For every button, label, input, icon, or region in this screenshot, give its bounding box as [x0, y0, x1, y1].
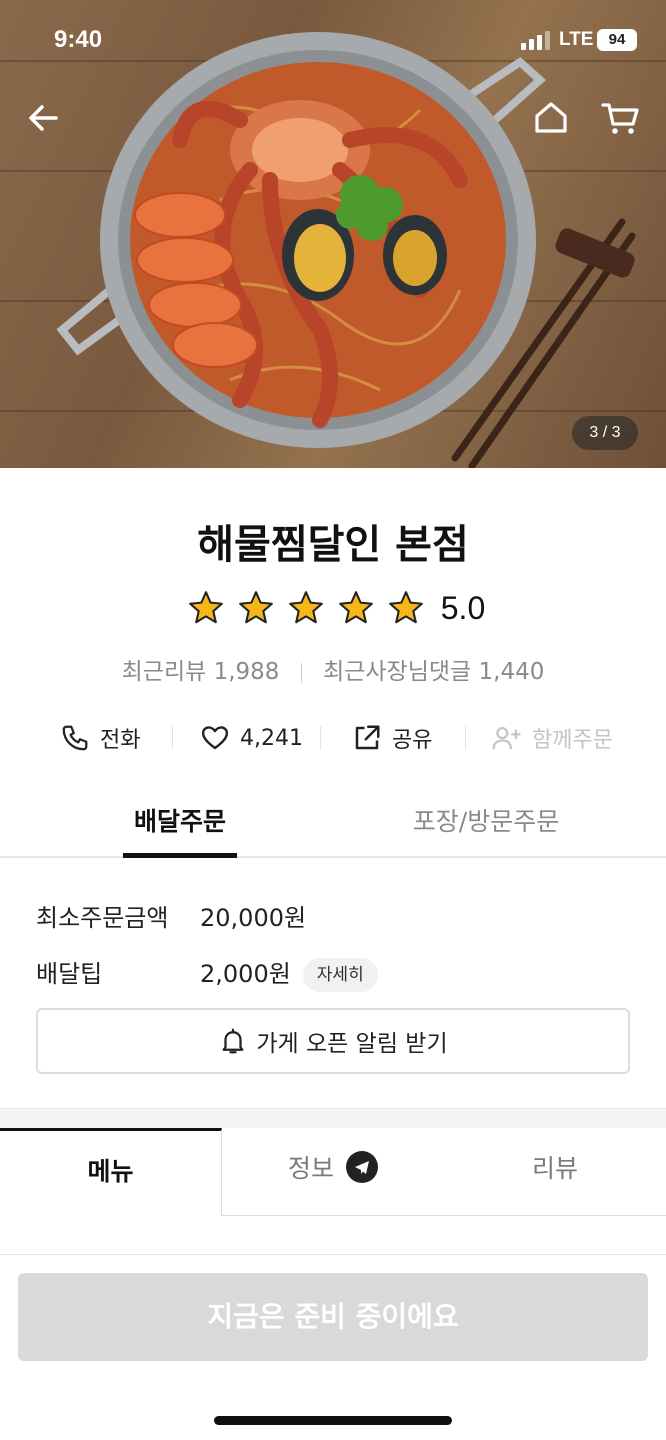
arrow-left-icon [29, 105, 58, 131]
order-type-tabs: 배달주문 포장/방문주문 [0, 796, 666, 858]
delivery-tip-row: 배달팁 2,000원 자세히 [36, 954, 378, 992]
like-count: 4,241 [240, 725, 303, 751]
bell-icon [222, 1028, 244, 1054]
tab-label: 정보 [288, 1154, 335, 1183]
tab-label: 메뉴 [87, 1157, 134, 1186]
section-divider [0, 1108, 666, 1130]
tab-label: 리뷰 [531, 1154, 578, 1183]
battery-indicator: 94 [597, 29, 637, 51]
call-button[interactable]: 전화 [60, 716, 140, 760]
group-order-button[interactable]: 함께주문 [490, 716, 613, 760]
divider [0, 1254, 666, 1255]
star-icon [188, 591, 223, 624]
home-icon [535, 102, 567, 133]
owner-replies-count: 1,440 [478, 659, 545, 685]
image-page-indicator: 3 / 3 [572, 416, 638, 450]
recent-reviews-count: 1,988 [213, 659, 280, 685]
tab-menu[interactable]: 메뉴 [0, 1128, 222, 1216]
tab-delivery-order[interactable]: 배달주문 [123, 796, 237, 858]
active-tab-underline [123, 853, 237, 858]
rating-score: 5.0 [440, 589, 486, 626]
tab-label: 포장/방문주문 [412, 807, 560, 836]
store-actions: 전화 4,241 공유 함께주문 [0, 716, 666, 760]
min-order-value: 20,000원 [200, 904, 307, 932]
telegram-icon [345, 1151, 378, 1183]
tab-label: 배달주문 [133, 807, 226, 836]
store-name: 해물찜달인 본점 [197, 522, 469, 568]
tab-pickup-order[interactable]: 포장/방문주문 [388, 796, 584, 856]
notify-label: 가게 오픈 알림 받기 [256, 1031, 448, 1057]
star-icon [338, 591, 373, 624]
cart-button[interactable] [599, 96, 643, 140]
share-button[interactable]: 공유 [352, 716, 432, 760]
tab-reviews[interactable]: 리뷰 [444, 1128, 666, 1216]
recent-reviews-label: 최근리뷰 [121, 659, 207, 685]
home-indicator [214, 1416, 452, 1425]
min-order-label: 최소주문금액 [36, 904, 169, 932]
cart-icon [601, 103, 639, 134]
tab-info[interactable]: 정보 [222, 1128, 444, 1216]
open-notification-button[interactable]: 가게 오픈 알림 받기 [36, 1008, 630, 1074]
min-order-row: 최소주문금액 20,000원 [36, 898, 306, 933]
share-label: 공유 [392, 728, 433, 753]
divider [320, 726, 321, 750]
main-tabs: 메뉴 정보 리뷰 [0, 1128, 666, 1216]
like-button[interactable]: 4,241 [200, 716, 303, 760]
rating-row: 5.0 [0, 586, 666, 630]
share-icon [355, 725, 380, 750]
add-person-icon [492, 727, 521, 750]
delivery-tip-value: 2,000원 [200, 960, 291, 988]
delivery-tip-detail-button[interactable]: 자세히 [302, 958, 378, 992]
preparing-order-button[interactable]: 지금은 준비 중이에요 [18, 1273, 648, 1361]
divider [172, 726, 173, 750]
network-label: LTE [559, 29, 594, 50]
star-icon [388, 591, 423, 624]
owner-replies-label: 최근사장님댓글 [323, 659, 472, 685]
review-counts: 최근리뷰 1,988 최근사장님댓글 1,440 [0, 652, 666, 686]
signal-icon [521, 31, 550, 50]
group-order-label: 함께주문 [532, 728, 613, 753]
delivery-tip-label: 배달팁 [36, 960, 103, 988]
status-bar: 9:40 LTE 94 [0, 0, 666, 84]
status-time: 9:40 [54, 26, 103, 53]
home-button[interactable] [529, 96, 573, 140]
heart-icon [201, 726, 229, 750]
call-label: 전화 [100, 728, 141, 753]
divider [465, 726, 466, 750]
divider [300, 662, 302, 683]
star-icon [288, 591, 323, 624]
star-icon [238, 591, 273, 624]
phone-icon [62, 725, 88, 751]
back-button[interactable] [22, 96, 66, 140]
